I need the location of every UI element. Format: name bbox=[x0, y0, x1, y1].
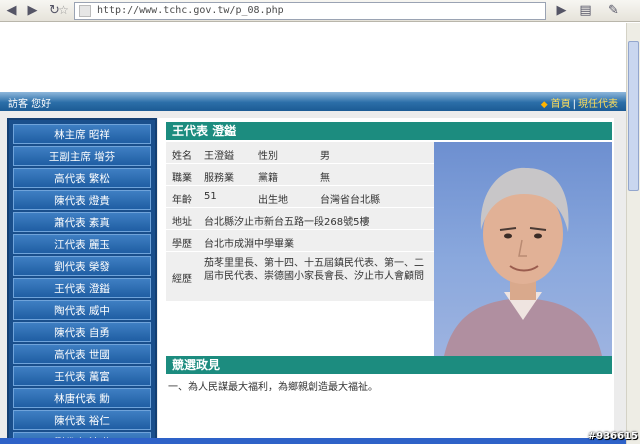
address-bar[interactable]: http://www.tchc.gov.tw/p_08.php bbox=[74, 2, 546, 20]
sidebar-item[interactable]: 林唐代表 勳 bbox=[13, 388, 151, 408]
name-value: 王澄鎰 bbox=[204, 151, 234, 162]
name-label: 姓名 bbox=[172, 151, 192, 162]
gender-label: 性別 bbox=[258, 151, 278, 162]
sidebar-item[interactable]: 劉代表 榮發 bbox=[13, 256, 151, 276]
info-row: 經歷 茄苳里里長、第十四、十五屆鎮民代表、第一、二屆市民代表、崇德國小家長會長、… bbox=[166, 252, 434, 302]
back-arrow-icon[interactable]: ◀ bbox=[2, 1, 21, 20]
info-row: 學歷 台北市成淵中學畢業 bbox=[166, 230, 434, 252]
os-taskbar bbox=[0, 438, 626, 444]
sidebar-item[interactable]: 陶代表 威中 bbox=[13, 300, 151, 320]
job-label: 職業 bbox=[172, 173, 192, 184]
info-row: 年齡 51 出生地 台灣省台北縣 bbox=[166, 186, 434, 208]
forward-arrow-icon[interactable]: ▶ bbox=[23, 1, 42, 20]
sidebar-item[interactable]: 王副主席 增芬 bbox=[13, 146, 151, 166]
current-reps-link[interactable]: 現任代表 bbox=[578, 99, 618, 110]
party-value: 無 bbox=[320, 173, 330, 184]
platform-text: 一、為人民謀最大福利，為鄉親創造最大福祉。 bbox=[168, 382, 378, 393]
favicon-icon bbox=[79, 5, 91, 17]
education-label: 學歷 bbox=[172, 239, 192, 250]
gender-value: 男 bbox=[320, 151, 330, 162]
scrollbar-thumb[interactable] bbox=[628, 41, 639, 191]
bookmark-star-icon[interactable]: ☆ bbox=[54, 1, 73, 20]
experience-label: 經歷 bbox=[172, 274, 192, 285]
info-row: 職業 服務業 黨籍 無 bbox=[166, 164, 434, 186]
page-menu-icon[interactable]: ▤ bbox=[576, 1, 595, 20]
address-label: 地址 bbox=[172, 217, 192, 228]
sidebar-item[interactable]: 陳代表 自勇 bbox=[13, 322, 151, 342]
site-topbar: 訪客 您好 ◆ 首頁 | 現任代表 bbox=[0, 92, 626, 111]
sidebar-item[interactable]: 王代表 萬富 bbox=[13, 366, 151, 386]
representative-photo bbox=[434, 142, 612, 356]
sidebar-item[interactable]: 王代表 澄鎰 bbox=[13, 278, 151, 298]
watermark: #936615 bbox=[587, 431, 638, 442]
url-text[interactable]: http://www.tchc.gov.tw/p_08.php bbox=[97, 5, 284, 16]
home-link[interactable]: 首頁 bbox=[551, 99, 571, 110]
experience-value: 茄苳里里長、第十四、十五屆鎮民代表、第一、二屆市民代表、崇德國小家長會長、汐止市… bbox=[204, 258, 424, 282]
address-value: 台北縣汐止市新台五路一段268號5樓 bbox=[204, 217, 370, 228]
profile-panel: 王代表 澄鎰 姓名 王澄鎰 性別 男 職業 服務業 黨籍 無 年齡 51 出生地… bbox=[158, 118, 614, 444]
home-icon: ◆ bbox=[540, 100, 548, 110]
education-value: 台北市成淵中學畢業 bbox=[204, 239, 294, 250]
sidebar-item[interactable]: 陳代表 燈貴 bbox=[13, 190, 151, 210]
info-row: 地址 台北縣汐止市新台五路一段268號5樓 bbox=[166, 208, 434, 230]
page-scrollbar[interactable] bbox=[626, 23, 640, 444]
visitor-greeting: 訪客 您好 bbox=[8, 99, 52, 110]
platform-title: 競選政見 bbox=[166, 356, 612, 374]
sidebar-item[interactable]: 林主席 昭祥 bbox=[13, 124, 151, 144]
portrait-illustration bbox=[444, 167, 602, 356]
topbar-links: ◆ 首頁 | 現任代表 bbox=[540, 99, 618, 110]
age-label: 年齡 bbox=[172, 195, 192, 206]
job-value: 服務業 bbox=[204, 173, 234, 184]
party-label: 黨籍 bbox=[258, 173, 278, 184]
sidebar-item[interactable]: 江代表 麗玉 bbox=[13, 234, 151, 254]
birthplace-label: 出生地 bbox=[258, 195, 288, 206]
age-value: 51 bbox=[204, 191, 217, 202]
tools-wrench-icon[interactable]: ✎ bbox=[604, 1, 623, 20]
birthplace-value: 台灣省台北縣 bbox=[320, 195, 380, 206]
play-icon[interactable]: ▶ bbox=[552, 1, 571, 20]
sidebar-item[interactable]: 高代表 繁松 bbox=[13, 168, 151, 188]
sidebar-item[interactable]: 蕭代表 素真 bbox=[13, 212, 151, 232]
sidebar-item[interactable]: 高代表 世國 bbox=[13, 344, 151, 364]
profile-title: 王代表 澄鎰 bbox=[166, 122, 612, 140]
sidebar-item[interactable]: 陳代表 裕仁 bbox=[13, 410, 151, 430]
info-row: 姓名 王澄鎰 性別 男 bbox=[166, 142, 434, 164]
sidebar-nav: 林主席 昭祥 王副主席 增芬 高代表 繁松 陳代表 燈貴 蕭代表 素真 江代表 … bbox=[7, 118, 157, 444]
browser-toolbar: ◀ ▶ ↻ http://www.tchc.gov.tw/p_08.php ☆ … bbox=[0, 0, 640, 22]
